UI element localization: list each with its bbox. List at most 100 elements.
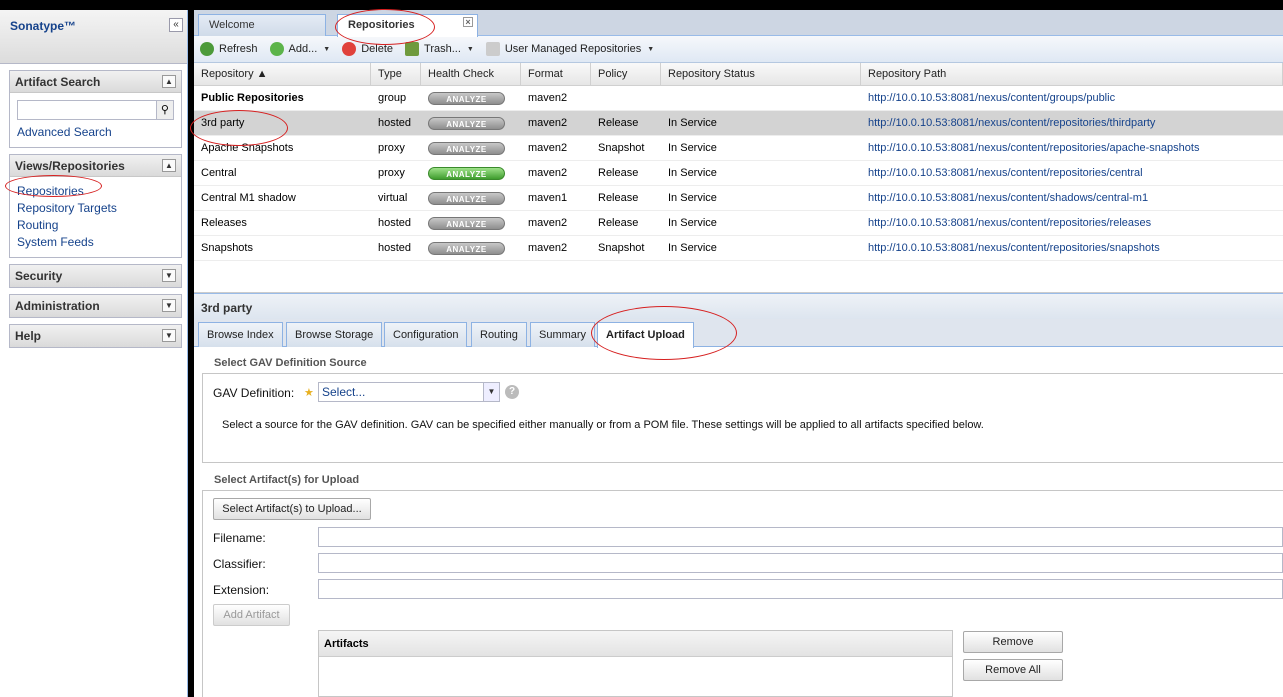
detail-title: 3rd party	[194, 293, 1283, 319]
analyze-button[interactable]: ANALYZE	[428, 166, 505, 180]
table-row[interactable]: Snapshots hosted ANALYZE maven2 Snapshot In S…	[194, 236, 1283, 261]
status-cell: In Service	[668, 142, 717, 154]
artifact-search-header[interactable]: Artifact Search ▲	[10, 71, 181, 93]
advanced-search-link[interactable]: Advanced Search	[17, 124, 174, 141]
expand-down-icon[interactable]: ▼	[162, 299, 176, 312]
search-icon[interactable]: ⚲	[156, 100, 174, 120]
table-row[interactable]: Apache Snapshots proxy ANALYZE maven2 Snapsh…	[194, 136, 1283, 161]
grid-body: Public Repositories group ANALYZE maven2 htt…	[194, 86, 1283, 261]
add-artifact-button[interactable]: Add Artifact	[213, 604, 290, 626]
table-row[interactable]: Public Repositories group ANALYZE maven2 htt…	[194, 86, 1283, 111]
analyze-button[interactable]: ANALYZE	[428, 141, 505, 155]
trash-button[interactable]: Trash... ▼	[405, 42, 474, 56]
dropdown-arrow-icon: ▼	[647, 45, 655, 53]
help-panel: Help ▼	[9, 324, 182, 348]
status-cell: In Service	[668, 242, 717, 254]
tab-welcome-label: Welcome	[209, 19, 255, 31]
classifier-field[interactable]	[318, 553, 1283, 573]
tab-summary[interactable]: Summary	[530, 322, 596, 347]
analyze-button[interactable]: ANALYZE	[428, 241, 505, 255]
column-header-policy[interactable]: Policy	[591, 63, 661, 85]
tab-configuration[interactable]: Configuration	[384, 322, 468, 347]
tab-repositories[interactable]: Repositories ×	[337, 14, 478, 37]
format-cell: maven2	[528, 167, 568, 179]
table-row[interactable]: Releases hosted ANALYZE maven2 Release In Ser…	[194, 211, 1283, 236]
remove-button[interactable]: Remove	[963, 631, 1063, 653]
sidebar-item-repository-targets[interactable]: Repository Targets	[17, 200, 174, 217]
health-check-cell: ANALYZE	[421, 91, 521, 105]
administration-header[interactable]: Administration ▼	[10, 295, 181, 317]
status-cell: In Service	[668, 167, 717, 179]
user-managed-repositories-button[interactable]: User Managed Repositories ▼	[485, 42, 655, 56]
refresh-button[interactable]: Refresh	[200, 42, 258, 56]
tab-routing[interactable]: Routing	[471, 322, 527, 347]
repository-name-cell: Snapshots	[201, 242, 253, 254]
table-row[interactable]: Central proxy ANALYZE maven2 Release In Servi…	[194, 161, 1283, 186]
filename-field[interactable]	[318, 527, 1283, 547]
collapse-sidebar-icon[interactable]: «	[169, 18, 183, 32]
select-artifacts-button[interactable]: Select Artifact(s) to Upload...	[213, 498, 371, 520]
help-header[interactable]: Help ▼	[10, 325, 181, 347]
format-cell: maven1	[528, 192, 568, 204]
refresh-label: Refresh	[219, 43, 258, 55]
sidebar-item-routing[interactable]: Routing	[17, 217, 174, 234]
tab-browse-storage[interactable]: Browse Storage	[286, 322, 383, 347]
collapse-up-icon[interactable]: ▲	[162, 159, 176, 172]
search-input[interactable]	[17, 100, 157, 120]
health-check-cell: ANALYZE	[421, 116, 521, 130]
policy-cell: Snapshot	[598, 142, 645, 154]
close-icon[interactable]: ×	[463, 17, 473, 27]
repository-name-cell: Apache Snapshots	[201, 142, 294, 154]
path-cell: http://10.0.10.53:8081/nexus/content/sha…	[868, 192, 1149, 204]
views-repositories-header[interactable]: Views/Repositories ▲	[10, 155, 181, 177]
security-panel: Security ▼	[9, 264, 182, 288]
main-area: Welcome Repositories × Refresh Add... ▼ …	[194, 10, 1283, 697]
policy-cell: Release	[598, 192, 639, 204]
delete-label: Delete	[361, 43, 394, 55]
path-cell: http://10.0.10.53:8081/nexus/content/gro…	[868, 92, 1116, 104]
table-row[interactable]: 3rd party hosted ANALYZE maven2 Release In Se…	[194, 111, 1283, 136]
health-check-cell: ANALYZE	[421, 216, 521, 230]
analyze-button[interactable]: ANALYZE	[428, 91, 505, 105]
add-button[interactable]: Add... ▼	[269, 42, 330, 56]
delete-icon	[342, 42, 357, 56]
column-header-status[interactable]: Repository Status	[661, 63, 861, 85]
analyze-button[interactable]: ANALYZE	[428, 216, 505, 230]
policy-cell: Release	[598, 117, 639, 129]
analyze-button[interactable]: ANALYZE	[428, 116, 505, 130]
gav-definition-select[interactable]: Select... ▼	[318, 382, 500, 402]
artifact-search-title: Artifact Search	[15, 75, 101, 89]
main-tabstrip: Welcome Repositories ×	[194, 10, 1283, 37]
tab-artifact-upload[interactable]: Artifact Upload	[597, 322, 694, 348]
refresh-icon	[200, 42, 214, 56]
table-row[interactable]: Central M1 shadow virtual ANALYZE maven1 Rel…	[194, 186, 1283, 211]
status-cell: In Service	[668, 217, 717, 229]
health-check-cell: ANALYZE	[421, 141, 521, 155]
remove-all-button[interactable]: Remove All	[963, 659, 1063, 681]
chevron-down-icon[interactable]: ▼	[483, 383, 499, 401]
column-header-format[interactable]: Format	[521, 63, 591, 85]
tab-welcome[interactable]: Welcome	[198, 14, 326, 36]
help-icon[interactable]: ?	[505, 385, 519, 399]
format-cell: maven2	[528, 142, 568, 154]
security-header[interactable]: Security ▼	[10, 265, 181, 287]
artifacts-list: Artifacts	[318, 630, 953, 697]
analyze-button[interactable]: ANALYZE	[428, 191, 505, 205]
administration-title: Administration	[15, 299, 100, 313]
column-header-repository[interactable]: Repository ▲	[194, 63, 371, 85]
column-header-type[interactable]: Type	[371, 63, 421, 85]
sidebar-item-system-feeds[interactable]: System Feeds	[17, 234, 174, 251]
column-header-path[interactable]: Repository Path	[861, 63, 1283, 85]
expand-down-icon[interactable]: ▼	[162, 329, 176, 342]
column-header-health-check[interactable]: Health Check	[421, 63, 521, 85]
tab-browse-index[interactable]: Browse Index	[198, 322, 283, 347]
expand-down-icon[interactable]: ▼	[162, 269, 176, 282]
extension-field[interactable]	[318, 579, 1283, 599]
health-check-cell: ANALYZE	[421, 166, 521, 180]
format-cell: maven2	[528, 117, 568, 129]
collapse-up-icon[interactable]: ▲	[162, 75, 176, 88]
format-cell: maven2	[528, 217, 568, 229]
status-cell: In Service	[668, 117, 717, 129]
delete-button[interactable]: Delete	[342, 42, 393, 56]
sidebar-item-repositories[interactable]: Repositories	[17, 183, 174, 200]
